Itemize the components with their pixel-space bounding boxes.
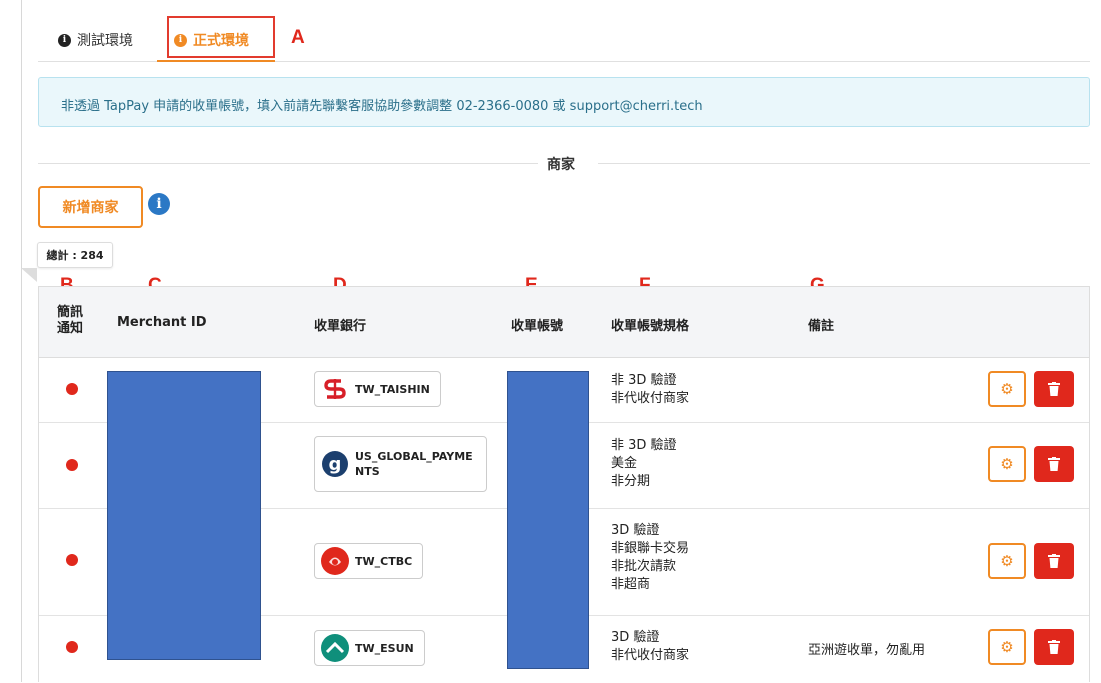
delete-button[interactable]	[1034, 543, 1074, 579]
bank-name: TW_ESUN	[355, 641, 414, 655]
gear-icon: ⚙	[1000, 638, 1014, 656]
table-header: 簡訊 通知 Merchant ID 收單銀行 收單帳號 收單帳號規格 備註	[39, 287, 1089, 358]
trash-icon	[1048, 640, 1060, 654]
bank-name: US_GLOBAL_PAYME NTS	[355, 450, 473, 478]
gear-icon: ⚙	[1000, 552, 1014, 570]
header-acquiring-bank: 收單銀行	[314, 319, 367, 334]
account-spec: 非 3D 驗證 美金 非分期	[611, 438, 677, 489]
account-spec: 3D 驗證 非代收付商家	[611, 630, 690, 663]
trash-icon	[1048, 382, 1060, 396]
settings-button[interactable]: ⚙	[988, 543, 1026, 579]
header-acquiring-account: 收單帳號	[511, 319, 564, 334]
info-icon[interactable]: i	[148, 193, 170, 215]
header-account-spec: 收單帳號規格	[611, 319, 690, 334]
delete-button[interactable]	[1034, 446, 1074, 482]
bank-badge[interactable]: TW_CTBC	[314, 543, 424, 579]
tab-label: 測試環境	[77, 33, 133, 49]
settings-button[interactable]: ⚙	[988, 446, 1026, 482]
settings-button[interactable]: ⚙	[988, 629, 1026, 665]
total-count-badge: 總計 : 284	[37, 242, 113, 268]
active-tab-indicator	[157, 60, 275, 62]
header-note: 備註	[808, 319, 835, 334]
gear-icon: ⚙	[1000, 380, 1014, 398]
section-divider-left	[38, 163, 538, 164]
section-title: 商家	[547, 157, 575, 173]
alert-text: 非透過 TapPay 申請的收單帳號，填入前請先聯繫客服協助參數調整 02-23…	[61, 99, 703, 114]
badge-tail	[21, 268, 37, 282]
esun-logo-icon	[321, 634, 349, 662]
bank-badge[interactable]: TW_TAISHIN	[314, 371, 441, 407]
info-icon: i	[58, 33, 71, 47]
annotation-label-a: A	[291, 27, 305, 48]
gear-icon: ⚙	[1000, 455, 1014, 473]
delete-button[interactable]	[1034, 371, 1074, 407]
bank-name: TW_CTBC	[355, 554, 413, 568]
taishin-logo-icon	[321, 375, 349, 403]
tab-test-environment[interactable]: i 測試環境	[58, 30, 133, 50]
add-merchant-button[interactable]: 新增商家	[38, 186, 143, 228]
merchant-table: 簡訊 通知 Merchant ID 收單銀行 收單帳號 收單帳號規格 備註 TW…	[38, 286, 1090, 682]
redacted-merchant-id	[107, 371, 261, 660]
account-spec: 3D 驗證 非銀聯卡交易 非批次請款 非超商	[611, 523, 690, 592]
trash-icon	[1048, 554, 1060, 568]
note-text: 亞洲遊收單，勿亂用	[808, 643, 926, 658]
sms-status-dot	[66, 554, 78, 566]
settings-button[interactable]: ⚙	[988, 371, 1026, 407]
bank-badge[interactable]: g US_GLOBAL_PAYME NTS	[314, 436, 487, 492]
header-merchant-id: Merchant ID	[117, 315, 207, 330]
annotation-box	[167, 16, 275, 58]
sms-status-dot	[66, 641, 78, 653]
trash-icon	[1048, 457, 1060, 471]
section-divider-right	[598, 163, 1090, 164]
bank-badge[interactable]: TW_ESUN	[314, 630, 425, 666]
svg-text:g: g	[329, 454, 342, 475]
sms-status-dot	[66, 383, 78, 395]
sms-status-dot	[66, 459, 78, 471]
info-alert: 非透過 TapPay 申請的收單帳號，填入前請先聯繫客服協助參數調整 02-23…	[38, 77, 1090, 127]
delete-button[interactable]	[1034, 629, 1074, 665]
account-spec: 非 3D 驗證 非代收付商家	[611, 373, 690, 406]
left-border	[21, 0, 22, 682]
ctbc-logo-icon	[321, 547, 349, 575]
bank-name: TW_TAISHIN	[355, 382, 430, 396]
global-payments-logo-icon: g	[321, 450, 349, 478]
redacted-account-number	[507, 371, 589, 669]
header-sms-notification: 簡訊 通知	[57, 305, 84, 336]
